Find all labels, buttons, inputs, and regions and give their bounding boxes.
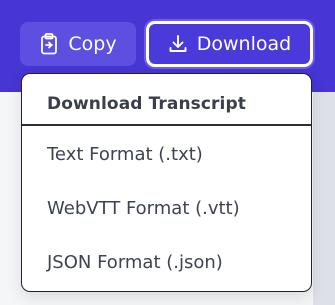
menu-item-json[interactable]: JSON Format (.json) [22,236,311,288]
copy-button[interactable]: Copy [20,22,136,66]
download-icon [168,34,188,54]
background-panel [313,92,335,305]
copy-button-label: Copy [68,33,117,55]
menu-item-txt[interactable]: Text Format (.txt) [22,128,311,180]
dropdown-title: Download Transcript [47,94,246,114]
download-button[interactable]: Download [146,21,313,67]
download-dropdown-menu: Download Transcript Text Format (.txt) W… [21,73,312,292]
divider [22,124,311,126]
clipboard-icon [39,33,59,55]
menu-item-vtt[interactable]: WebVTT Format (.vtt) [22,182,311,234]
download-button-label: Download [196,33,292,55]
